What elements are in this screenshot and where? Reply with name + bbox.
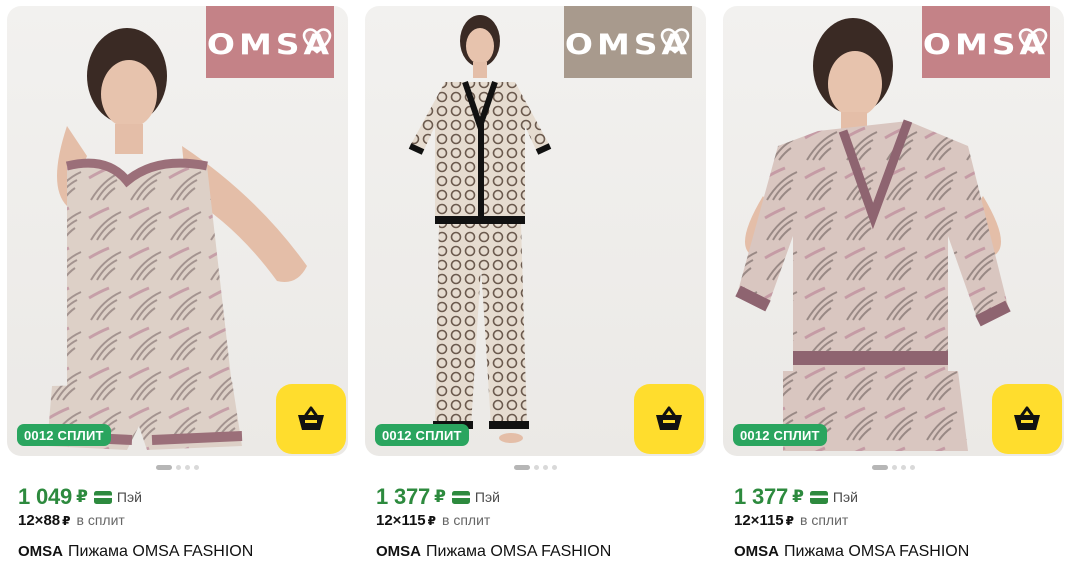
pay-label: Пэй: [474, 489, 500, 505]
split-badge: 0012 СПЛИТ: [733, 424, 827, 446]
split-info: 12×115 ₽ в сплит: [376, 512, 706, 532]
product-brand: OMSA: [18, 543, 63, 560]
split-info: 12×115 ₽ в сплит: [734, 512, 1064, 532]
pagination-dot[interactable]: [910, 465, 915, 470]
add-to-cart-button[interactable]: [634, 384, 704, 454]
pagination-dot-active[interactable]: [156, 465, 172, 470]
heart-outline-icon: [1018, 28, 1048, 54]
favorite-button[interactable]: [658, 24, 692, 58]
favorite-button[interactable]: [1016, 24, 1050, 58]
product-photo[interactable]: OMSA 0012 СПЛИТ: [365, 6, 706, 456]
split-text: в сплит: [442, 512, 491, 528]
product-title: Пижама OMSA FASHION: [426, 543, 612, 560]
card-icon: [809, 490, 828, 504]
split-text: в сплит: [800, 512, 849, 528]
price: 1 377: [734, 484, 789, 509]
pagination-dot[interactable]: [892, 465, 897, 470]
basket-icon: [656, 406, 682, 430]
product-title-link[interactable]: OMSA Пижама OMSA FASHION: [18, 543, 348, 561]
split-amount: 12×88: [18, 512, 61, 529]
pagination-dot-active[interactable]: [514, 465, 530, 470]
card-icon: [451, 490, 470, 504]
image-pagination[interactable]: [723, 465, 1064, 470]
product-brand: OMSA: [734, 543, 779, 560]
basket-icon: [298, 406, 324, 430]
product-title-link[interactable]: OMSA Пижама OMSA FASHION: [734, 543, 1064, 561]
pagination-dot[interactable]: [185, 465, 190, 470]
split-amount: 12×115: [734, 512, 784, 529]
currency: ₽: [434, 487, 446, 506]
product-brand: OMSA: [376, 543, 421, 560]
pay-label: Пэй: [116, 489, 142, 505]
heart-outline-icon: [660, 28, 690, 54]
currency: ₽: [792, 487, 804, 506]
price-row: 1 377 ₽ Пэй: [376, 484, 706, 509]
image-pagination[interactable]: [7, 465, 348, 470]
split-currency: ₽: [427, 514, 437, 528]
product-card[interactable]: OMSA 0012 СПЛИТ 1 377 ₽ Пэй 12×115 ₽ в с…: [723, 6, 1064, 561]
split-amount: 12×115: [376, 512, 426, 529]
product-title: Пижама OMSA FASHION: [784, 543, 970, 560]
split-text: в сплит: [76, 512, 125, 528]
split-currency: ₽: [785, 514, 795, 528]
basket-icon: [1014, 406, 1040, 430]
image-pagination[interactable]: [365, 465, 706, 470]
product-photo[interactable]: OMSA 0012 СПЛИТ: [723, 6, 1064, 456]
product-title: Пижама OMSA FASHION: [68, 543, 254, 560]
split-currency: ₽: [62, 514, 71, 528]
price-row: 1 049 ₽ Пэй: [18, 484, 348, 509]
product-card[interactable]: OMSA 0012 СПЛИТ 1 377 ₽ Пэй 12×115 ₽ в с…: [365, 6, 706, 561]
pagination-dot[interactable]: [552, 465, 557, 470]
price-row: 1 377 ₽ Пэй: [734, 484, 1064, 509]
product-title-link[interactable]: OMSA Пижама OMSA FASHION: [376, 543, 706, 561]
split-badge: 0012 СПЛИТ: [17, 424, 111, 446]
favorite-button[interactable]: [300, 24, 334, 58]
product-grid: OMSA 0012 СПЛИТ 1 049 ₽ Пэй 12×88 ₽ в сп…: [7, 6, 1064, 561]
price: 1 049: [18, 484, 73, 509]
split-info: 12×88 ₽ в сплит: [18, 512, 348, 532]
split-badge: 0012 СПЛИТ: [375, 424, 469, 446]
add-to-cart-button[interactable]: [992, 384, 1062, 454]
card-icon: [93, 490, 112, 504]
pagination-dot[interactable]: [901, 465, 906, 470]
heart-outline-icon: [302, 28, 332, 54]
pagination-dot[interactable]: [176, 465, 181, 470]
price: 1 377: [376, 484, 431, 509]
pagination-dot-active[interactable]: [872, 465, 888, 470]
currency: ₽: [76, 487, 88, 506]
pagination-dot[interactable]: [534, 465, 539, 470]
pagination-dot[interactable]: [543, 465, 548, 470]
product-photo[interactable]: OMSA 0012 СПЛИТ: [7, 6, 348, 456]
add-to-cart-button[interactable]: [276, 384, 346, 454]
pay-label: Пэй: [832, 489, 858, 505]
product-card[interactable]: OMSA 0012 СПЛИТ 1 049 ₽ Пэй 12×88 ₽ в сп…: [7, 6, 348, 561]
pagination-dot[interactable]: [194, 465, 199, 470]
